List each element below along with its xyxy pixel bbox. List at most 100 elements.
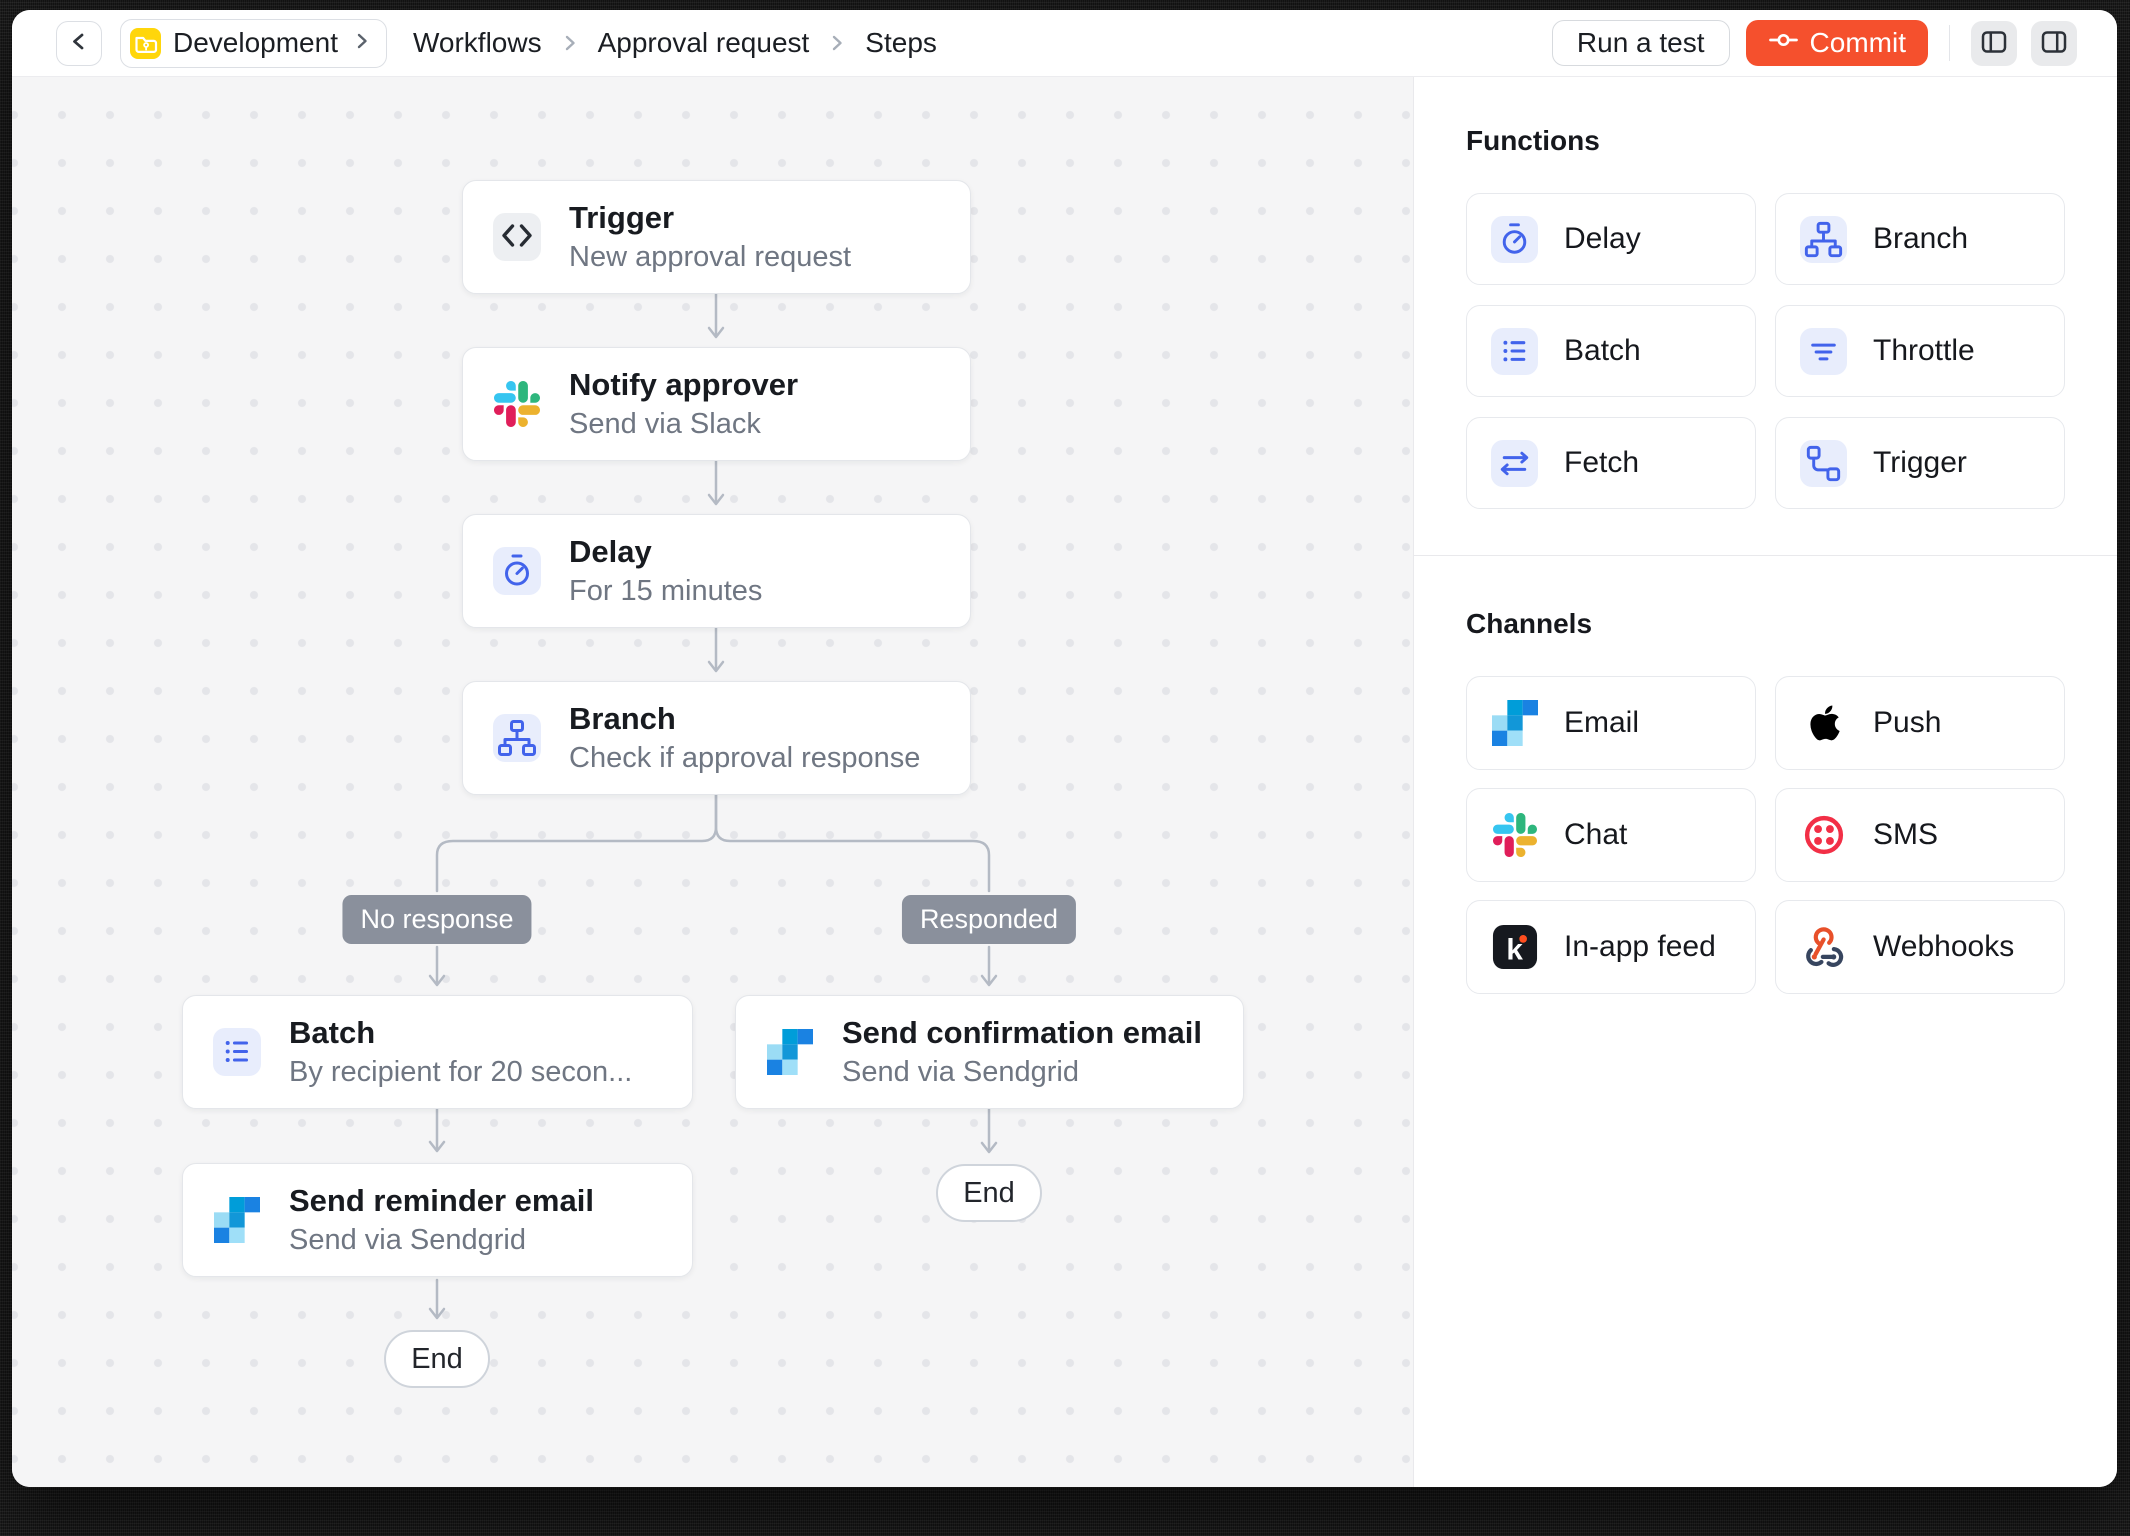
panel-divider xyxy=(1414,555,2117,556)
project-switcher[interactable]: Development xyxy=(120,19,387,68)
toggle-right-panel-button[interactable] xyxy=(2031,21,2077,66)
run-test-button[interactable]: Run a test xyxy=(1552,20,1730,66)
node-subtitle: Check if approval response xyxy=(569,741,920,776)
breadcrumb-workflows[interactable]: Workflows xyxy=(413,27,542,59)
branch-label-responded: Responded xyxy=(902,895,1076,944)
node-title: Batch xyxy=(289,1014,632,1051)
code-icon xyxy=(493,213,541,261)
channel-label: SMS xyxy=(1873,818,1938,852)
slack-icon xyxy=(1491,812,1538,859)
functions-grid: Delay Branch xyxy=(1466,193,2065,509)
commit-label: Commit xyxy=(1810,27,1906,59)
channels-grid: Email Push xyxy=(1466,676,2065,994)
node-subtitle: Send via Sendgrid xyxy=(842,1055,1202,1090)
node-title: Send confirmation email xyxy=(842,1014,1202,1051)
node-text: Batch By recipient for 20 secon... xyxy=(289,1014,632,1090)
node-subtitle: New approval request xyxy=(569,240,851,275)
channel-webhooks-button[interactable]: Webhooks xyxy=(1775,900,2065,994)
node-text: Trigger New approval request xyxy=(569,199,851,275)
function-delay-button[interactable]: Delay xyxy=(1466,193,1756,285)
back-button[interactable] xyxy=(56,21,102,66)
node-title: Branch xyxy=(569,700,920,737)
channel-label: In-app feed xyxy=(1564,930,1716,964)
function-batch-button[interactable]: Batch xyxy=(1466,305,1756,397)
end-node-no-response: End xyxy=(384,1330,490,1388)
node-text: Delay For 15 minutes xyxy=(569,533,762,609)
channel-push-button[interactable]: Push xyxy=(1775,676,2065,770)
channel-email-button[interactable]: Email xyxy=(1466,676,1756,770)
function-fetch-button[interactable]: Fetch xyxy=(1466,417,1756,509)
node-subtitle: For 15 minutes xyxy=(569,574,762,609)
node-branch[interactable]: Branch Check if approval response xyxy=(462,681,971,795)
project-name: Development xyxy=(173,27,338,59)
node-send-reminder-email[interactable]: Send reminder email Send via Sendgrid xyxy=(182,1163,693,1277)
node-title: Notify approver xyxy=(569,366,798,403)
node-text: Notify approver Send via Slack xyxy=(569,366,798,442)
function-label: Batch xyxy=(1564,334,1641,368)
channels-section-title: Channels xyxy=(1466,608,2065,640)
list-icon xyxy=(1491,328,1538,375)
channel-label: Push xyxy=(1873,706,1941,740)
toggle-left-panel-button[interactable] xyxy=(1971,21,2017,66)
webhook-icon xyxy=(1800,924,1847,971)
node-text: Send reminder email Send via Sendgrid xyxy=(289,1182,594,1258)
knock-icon: k xyxy=(1491,924,1538,971)
node-notify-approver[interactable]: Notify approver Send via Slack xyxy=(462,347,971,461)
branch-label-no-response: No response xyxy=(342,895,531,944)
workflow-canvas[interactable]: Trigger New approval request Notify appr… xyxy=(12,77,1413,1487)
node-text: Branch Check if approval response xyxy=(569,700,920,776)
function-label: Fetch xyxy=(1564,446,1639,480)
node-batch[interactable]: Batch By recipient for 20 secon... xyxy=(182,995,693,1109)
node-subtitle: Send via Sendgrid xyxy=(289,1223,594,1258)
commit-button[interactable]: Commit xyxy=(1746,20,1928,66)
apple-icon xyxy=(1800,700,1847,747)
function-trigger-button[interactable]: Trigger xyxy=(1775,417,2065,509)
channel-label: Webhooks xyxy=(1873,930,2014,964)
function-throttle-button[interactable]: Throttle xyxy=(1775,305,2065,397)
sendgrid-icon xyxy=(766,1028,814,1076)
function-branch-button[interactable]: Branch xyxy=(1775,193,2065,285)
functions-section-title: Functions xyxy=(1466,125,2065,157)
channel-label: Chat xyxy=(1564,818,1627,852)
stopwatch-icon xyxy=(1491,216,1538,263)
channel-sms-button[interactable]: SMS xyxy=(1775,788,2065,882)
main-area: Trigger New approval request Notify appr… xyxy=(12,77,2117,1487)
end-node-responded: End xyxy=(936,1164,1042,1222)
branch-icon xyxy=(1800,216,1847,263)
topbar-divider xyxy=(1949,25,1950,61)
node-subtitle: By recipient for 20 secon... xyxy=(289,1055,632,1090)
node-delay[interactable]: Delay For 15 minutes xyxy=(462,514,971,628)
sendgrid-icon xyxy=(1491,700,1538,747)
throttle-icon xyxy=(1800,328,1847,375)
node-subtitle: Send via Slack xyxy=(569,407,798,442)
channel-label: Email xyxy=(1564,706,1639,740)
trigger-nodes-icon xyxy=(1800,440,1847,487)
chevron-right-icon xyxy=(350,29,374,58)
step-library-panel: Functions Delay Br xyxy=(1413,77,2117,1487)
panel-right-icon xyxy=(2040,28,2068,59)
chevron-right-icon xyxy=(825,31,849,55)
breadcrumb-approval-request[interactable]: Approval request xyxy=(598,27,810,59)
function-label: Branch xyxy=(1873,222,1968,256)
node-send-confirmation-email[interactable]: Send confirmation email Send via Sendgri… xyxy=(735,995,1244,1109)
node-trigger[interactable]: Trigger New approval request xyxy=(462,180,971,294)
channel-chat-button[interactable]: Chat xyxy=(1466,788,1756,882)
node-text: Send confirmation email Send via Sendgri… xyxy=(842,1014,1202,1090)
twilio-icon xyxy=(1800,812,1847,859)
function-label: Throttle xyxy=(1873,334,1975,368)
sendgrid-icon xyxy=(213,1196,261,1244)
function-label: Delay xyxy=(1564,222,1641,256)
chevron-right-icon xyxy=(558,31,582,55)
app-window: Development Workflows Approval request S… xyxy=(12,10,2117,1487)
list-icon xyxy=(213,1028,261,1076)
breadcrumb: Workflows Approval request Steps xyxy=(413,27,937,59)
stopwatch-icon xyxy=(493,547,541,595)
topbar: Development Workflows Approval request S… xyxy=(12,10,2117,77)
swap-arrows-icon xyxy=(1491,440,1538,487)
node-title: Trigger xyxy=(569,199,851,236)
channel-in-app-feed-button[interactable]: k In-app feed xyxy=(1466,900,1756,994)
slack-icon xyxy=(493,380,541,428)
function-label: Trigger xyxy=(1873,446,1967,480)
chevron-left-icon xyxy=(66,28,93,58)
breadcrumb-steps[interactable]: Steps xyxy=(865,27,937,59)
